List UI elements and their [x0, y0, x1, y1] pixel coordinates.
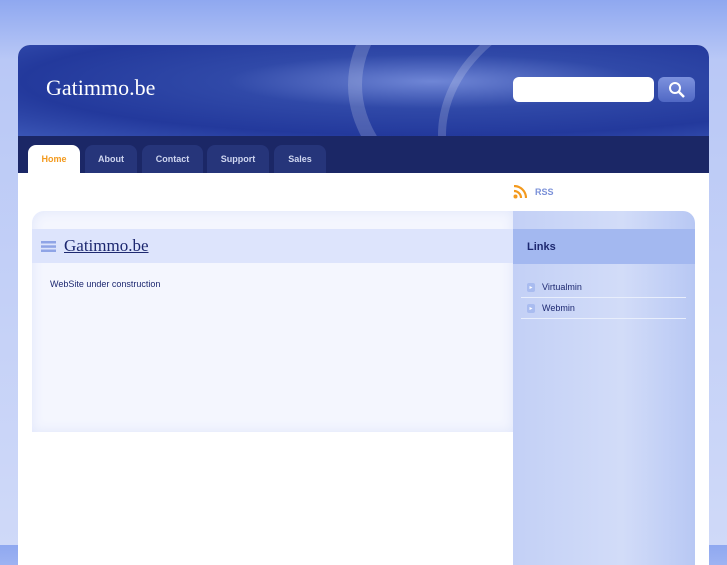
- search-button[interactable]: [658, 77, 695, 102]
- bullet-arrow-icon: ▸: [527, 282, 535, 292]
- search-input[interactable]: [513, 77, 654, 102]
- sidebar-heading: Links: [513, 229, 695, 264]
- site-logo[interactable]: Gatimmo.be: [46, 75, 155, 101]
- bullet-arrow-icon: ▸: [527, 303, 535, 313]
- page: Gatimmo.be Home About Contact Support Sa…: [18, 45, 709, 565]
- link-label: Virtualmin: [542, 282, 582, 292]
- post-title-link[interactable]: Gatimmo.be: [64, 236, 149, 256]
- tab-home[interactable]: Home: [28, 145, 80, 173]
- link-label: Webmin: [542, 303, 575, 313]
- rss-icon: [513, 185, 527, 199]
- tab-sales[interactable]: Sales: [274, 145, 326, 173]
- sidebar: Links ▸ Virtualmin ▸ Webmin: [513, 211, 695, 565]
- header: Gatimmo.be: [18, 45, 709, 136]
- sidebar-link-webmin[interactable]: ▸ Webmin: [521, 298, 686, 319]
- post-text: WebSite under construction: [50, 279, 161, 289]
- post-header: Gatimmo.be: [32, 229, 513, 263]
- nav-bar: Home About Contact Support Sales: [18, 136, 709, 173]
- tab-about[interactable]: About: [85, 145, 137, 173]
- sidebar-link-virtualmin[interactable]: ▸ Virtualmin: [521, 277, 686, 298]
- rss-link[interactable]: RSS: [513, 185, 554, 199]
- search-icon: [668, 81, 685, 98]
- tab-support[interactable]: Support: [207, 145, 269, 173]
- tab-contact[interactable]: Contact: [142, 145, 203, 173]
- menu-lines-icon: [41, 240, 56, 252]
- main-content: Gatimmo.be WebSite under construction: [32, 211, 513, 432]
- rss-label: RSS: [535, 187, 554, 197]
